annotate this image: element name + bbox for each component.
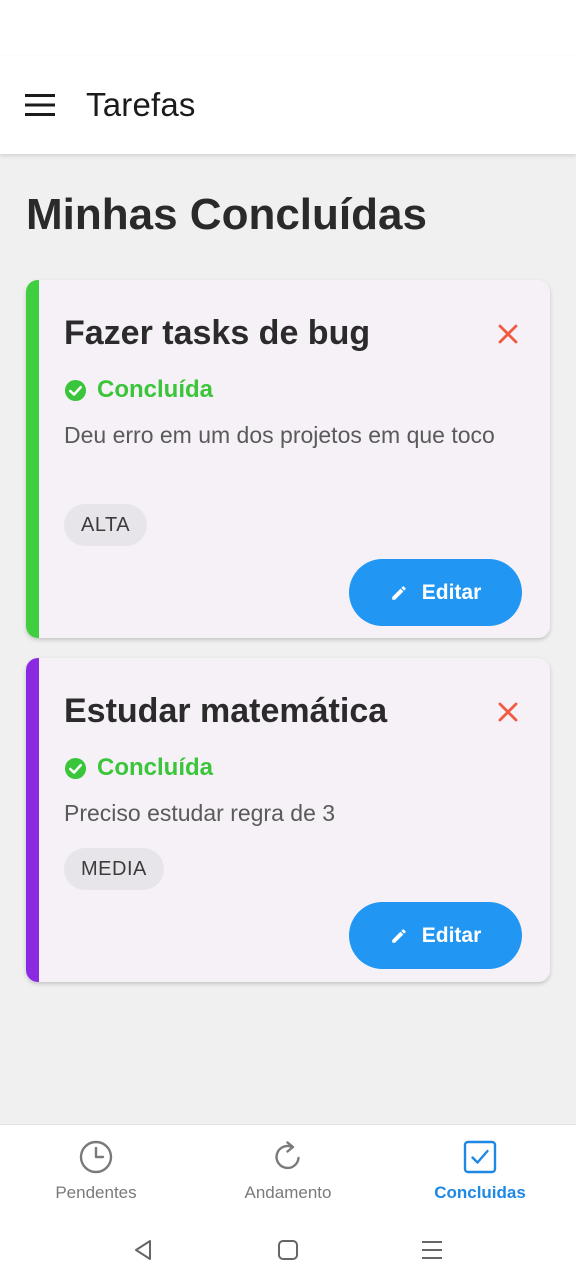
refresh-icon [275,1141,300,1170]
priority-badge: MEDIA [64,848,164,890]
status-bar [0,0,576,56]
edit-button[interactable]: Editar [349,902,522,969]
app-title: Tarefas [86,86,196,123]
pencil-icon [391,585,406,600]
delete-button[interactable] [492,696,524,728]
recents-icon [422,1241,442,1259]
menu-icon [25,94,55,116]
status-label: Concluída [97,376,214,403]
task-description: Preciso estudar regra de 3 [64,800,336,826]
nav-label: Pendentes [55,1183,137,1202]
clock-icon [79,1140,113,1174]
pencil-icon [391,928,406,943]
status-label: Concluída [97,754,214,781]
status-row: Concluída [64,754,213,782]
bottom-navigation: Pendentes Andamento Concluidas [0,1124,576,1220]
home-button[interactable] [268,1230,308,1270]
nav-item-pendentes[interactable]: Pendentes [0,1125,192,1220]
check-circle-icon [64,757,87,779]
task-description: Deu erro em um dos projetos em que toco [64,422,495,448]
delete-button[interactable] [492,318,524,350]
edit-label: Editar [421,923,482,947]
nav-label: Concluidas [434,1183,526,1202]
priority-badge: ALTA [64,504,148,546]
close-icon [498,324,518,344]
nav-label: Andamento [244,1183,332,1202]
back-button[interactable] [123,1230,163,1270]
checkbox-icon [463,1140,497,1174]
back-icon [135,1240,151,1260]
check-circle-icon [64,379,87,401]
page-title: Minhas Concluídas [26,190,427,239]
task-card: Estudar matemática Concluída Preciso est… [26,658,550,982]
nav-item-concluidas[interactable]: Concluidas [384,1125,576,1220]
nav-item-andamento[interactable]: Andamento [192,1125,384,1220]
edit-button[interactable]: Editar [349,559,522,626]
priority-accent-bar [26,280,39,638]
edit-label: Editar [421,580,482,604]
recents-button[interactable] [412,1230,452,1270]
menu-button[interactable] [0,56,80,154]
task-card: Fazer tasks de bug Concluída Deu erro em… [26,280,550,638]
system-navigation-bar [0,1220,576,1280]
status-row: Concluída [64,376,213,404]
priority-accent-bar [26,658,39,982]
app-bar: Tarefas [0,56,576,154]
task-title: Fazer tasks de bug [64,314,371,352]
close-icon [498,702,518,722]
home-icon [278,1240,298,1260]
task-title: Estudar matemática [64,692,388,730]
